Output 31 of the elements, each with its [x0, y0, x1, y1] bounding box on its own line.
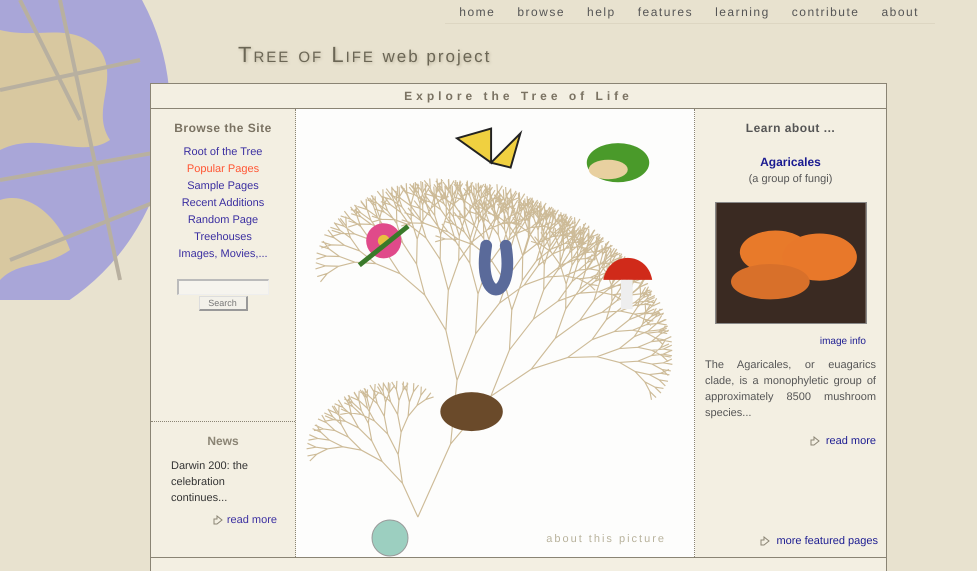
site-section-link[interactable]: Sample Pages [187, 179, 259, 194]
link-arrow-icon [212, 515, 223, 526]
news-text: Darwin 200: the celebration continues... [171, 459, 250, 506]
nav-link[interactable]: browse [517, 3, 566, 21]
read-more-link[interactable]: read more [826, 432, 876, 449]
site-section-link[interactable]: Random Page [188, 213, 258, 228]
read-more-link[interactable]: read more [226, 512, 277, 528]
nav-link[interactable]: help [587, 3, 616, 21]
nav-link[interactable]: learning [715, 3, 770, 21]
news-heading: News [206, 433, 240, 450]
nav-link[interactable]: home [459, 3, 496, 21]
nav-link[interactable]: features [638, 3, 694, 21]
nav-link[interactable]: contribute [792, 3, 860, 21]
site-title: Tree of Life web project [238, 41, 492, 69]
link-arrow-icon [760, 536, 770, 546]
image-info-link[interactable]: image info [820, 334, 866, 348]
browse-heading: Browse the Site [174, 120, 272, 137]
sphere-icon [371, 519, 409, 557]
featured-name-link[interactable]: Agaricales [705, 153, 876, 171]
site-section-link[interactable]: Images, Movies,... [178, 247, 268, 262]
search-field[interactable] [177, 279, 269, 295]
site-section-link[interactable]: Root of the Tree [184, 145, 262, 160]
nav-link[interactable]: about [881, 3, 919, 21]
featured-subtitle: (a group of fungi) [748, 172, 834, 187]
more-featured-link[interactable]: more featured pages [776, 532, 878, 549]
learn-heading: Learn about ... [744, 120, 836, 137]
link-arrow-icon [810, 436, 820, 446]
site-section-link[interactable]: Recent Additions [182, 196, 264, 211]
featured-description: The Agaricales, or euagarics clade, is a monophyletic group of approximately 8500 mushroom species... [705, 358, 876, 420]
site-section-link[interactable]: Treehouses [194, 230, 252, 245]
search-button[interactable]: Search [198, 296, 248, 311]
